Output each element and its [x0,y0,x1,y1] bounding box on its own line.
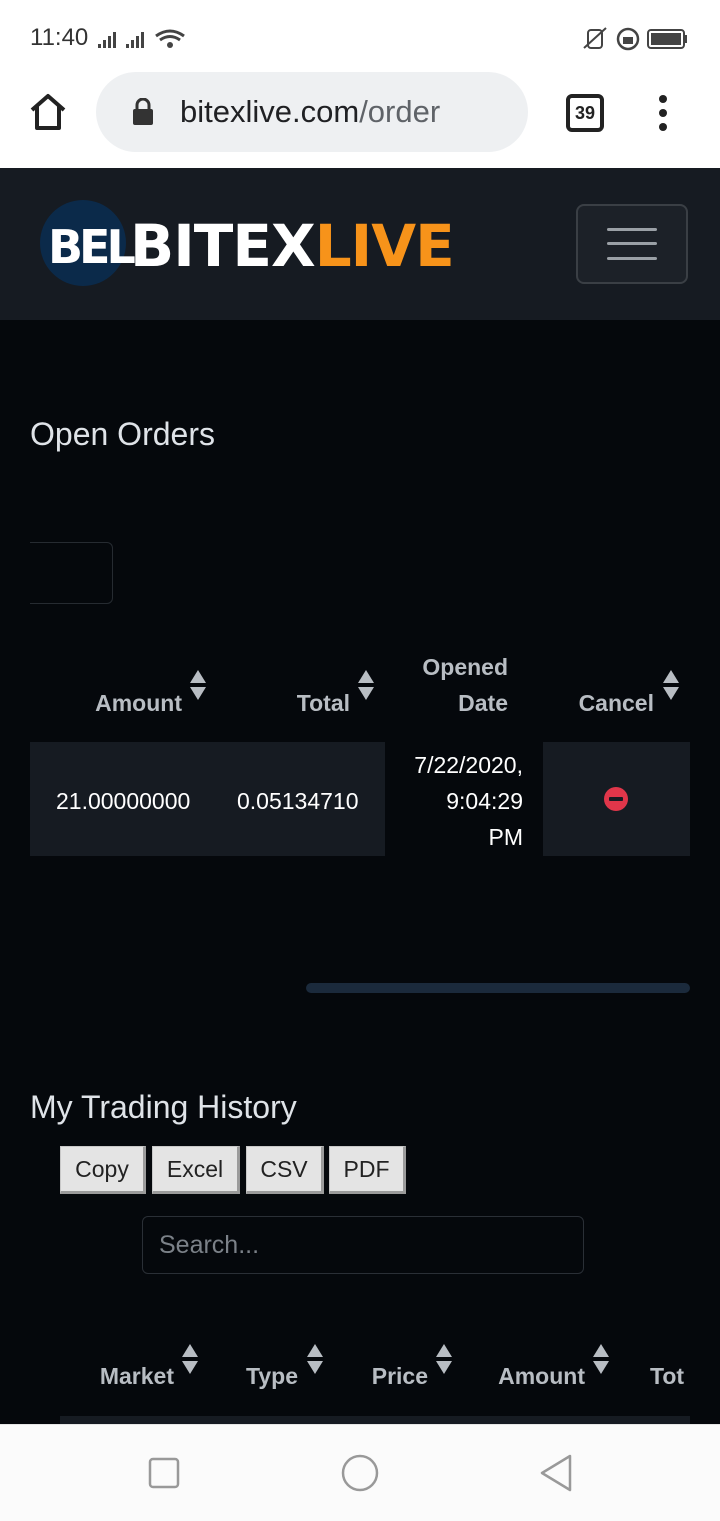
table-horizontal-scrollbar[interactable] [306,983,690,993]
col-total-header[interactable]: Total [250,690,350,717]
col-opened-header-2[interactable]: Date [400,690,508,717]
site-logo[interactable]: BITEXLIVE [130,212,455,280]
sort-icon[interactable] [592,1344,610,1378]
recent-apps-icon[interactable] [148,1457,180,1489]
sort-icon[interactable] [181,1344,199,1378]
cancel-order-icon[interactable] [604,787,628,811]
sort-icon[interactable] [189,670,207,704]
nav-menu-toggle[interactable] [576,204,688,284]
order-date: 7/22/2020, [414,752,523,778]
col-total-header[interactable]: Tot [650,1363,690,1390]
search-input[interactable] [142,1216,584,1274]
url-text: bitexlive.com/order [180,94,441,129]
order-total: 0.05134710 [237,788,359,814]
col-cancel-header[interactable]: Cancel [560,690,654,717]
home-icon[interactable] [28,92,68,132]
open-orders-title: Open Orders [30,416,215,452]
col-market-header[interactable]: Market [80,1363,174,1390]
trading-history-title: My Trading History [30,1089,297,1125]
sort-icon[interactable] [435,1344,453,1378]
excel-button[interactable]: Excel [152,1146,240,1194]
status-bar: 11:40 [0,0,720,72]
pdf-button[interactable]: PDF [329,1146,406,1194]
sort-icon[interactable] [306,1344,324,1378]
copy-button[interactable]: Copy [60,1146,146,1194]
tab-switcher-button[interactable]: 39 [566,94,604,132]
col-price-header[interactable]: Price [360,1363,428,1390]
address-bar[interactable]: bitexlive.com/order [96,72,528,152]
table-body-edge [60,1416,690,1424]
site-header: BEL BITEXLIVE [0,168,720,320]
table-row: 21.00000000 0.05134710 7/22/2020, 9:04:2… [30,742,690,856]
entries-length-select[interactable] [30,542,113,604]
signal-wifi-icons [98,29,185,48]
order-date-cell: 7/22/2020, 9:04:29 PM [385,742,543,856]
sort-icon[interactable] [662,670,680,704]
col-amount-header[interactable]: Amount [70,690,182,717]
back-icon[interactable] [538,1453,574,1493]
system-nav-bar [0,1424,720,1521]
browser-toolbar: bitexlive.com/order 39 [0,72,720,168]
col-amount-header[interactable]: Amount [490,1363,585,1390]
lock-icon [133,98,153,125]
order-amount: 21.00000000 [56,788,191,814]
csv-button[interactable]: CSV [246,1146,324,1194]
order-ampm: PM [488,824,524,850]
hamburger-icon [607,228,657,231]
order-time: 9:04:29 [446,788,523,814]
home-nav-icon[interactable] [340,1453,380,1493]
logo-mark-text: BEL [48,220,136,274]
col-opened-header[interactable]: Opened [400,654,508,681]
more-vert-icon[interactable] [656,94,670,132]
status-right-icons [583,27,687,51]
col-type-header[interactable]: Type [230,1363,298,1390]
sort-icon[interactable] [357,670,375,704]
status-time: 11:40 [30,24,89,51]
